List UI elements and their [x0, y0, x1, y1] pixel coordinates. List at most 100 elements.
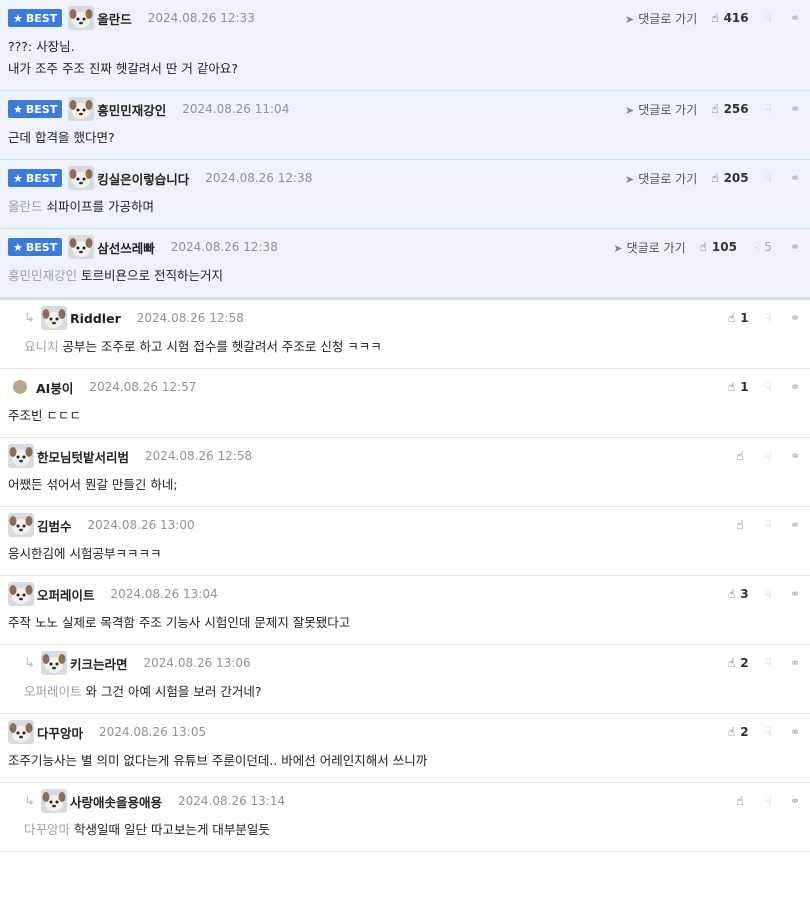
nickname[interactable]: 다꾸앙마: [37, 723, 83, 742]
dislike-button[interactable]: ☟: [765, 449, 772, 463]
like-button[interactable]: ☝ 2: [728, 656, 749, 670]
timestamp: 2024.08.26 13:05: [99, 725, 207, 739]
nickname[interactable]: 한모님텃밭서리범: [37, 447, 129, 466]
nickname[interactable]: 키크는라면: [70, 654, 128, 673]
avatar[interactable]: [68, 235, 95, 259]
avatar[interactable]: [68, 97, 95, 121]
thumbs-down-icon: ☟: [764, 380, 772, 394]
dislike-button[interactable]: ☟: [765, 725, 772, 739]
dislike-button[interactable]: ☟: [765, 311, 772, 325]
link-icon[interactable]: ⚭: [790, 380, 800, 394]
dislike-button[interactable]: ☟: [765, 656, 772, 670]
thumbs-down-icon: ☟: [764, 794, 772, 808]
like-button[interactable]: ☝ 105: [700, 240, 737, 254]
avatar[interactable]: [8, 513, 34, 537]
dislike-button[interactable]: ☟: [765, 380, 772, 394]
like-button[interactable]: ☝ 3: [728, 587, 749, 601]
comment-actions: ☝ ☟ ⚭: [736, 438, 800, 474]
reply-link-label: 댓글로 가기: [638, 11, 698, 26]
nickname[interactable]: 올란드: [97, 9, 132, 28]
nickname[interactable]: AI붕이: [36, 378, 73, 397]
like-button[interactable]: ☝ 205: [711, 171, 748, 185]
like-button[interactable]: ☝ 416: [711, 11, 748, 25]
comment-text: 어쨌든 섞어서 뭔갈 만들긴 하네;: [8, 477, 178, 492]
link-icon[interactable]: ⚭: [790, 11, 800, 25]
avatar[interactable]: [68, 6, 95, 30]
comment-body: 근데 합격을 했다면?: [8, 127, 802, 159]
link-icon[interactable]: ⚭: [790, 171, 800, 185]
dislike-button[interactable]: ☟: [765, 11, 772, 25]
reply-link[interactable]: ➤ 댓글로 가기: [625, 10, 697, 27]
reply-link[interactable]: ➤ 댓글로 가기: [625, 170, 697, 187]
reply-comment: ↳ 사랑애솟을용애용 2024.08.26 13:14 ☝ ☟ ⚭ 다꾸앙마 학생일때 일단 …: [0, 783, 810, 852]
link-icon[interactable]: ⚭: [790, 794, 800, 808]
timestamp: 2024.08.26 12:57: [89, 380, 197, 394]
timestamp: 2024.08.26 13:00: [87, 518, 195, 532]
nickname[interactable]: 삼선쓰레빠: [97, 238, 155, 257]
like-button[interactable]: ☝ 2: [728, 725, 749, 739]
nickname[interactable]: 사랑애솟을용애용: [70, 792, 162, 811]
nickname[interactable]: Riddler: [70, 311, 121, 326]
nickname[interactable]: 킹실은이렇습니다: [97, 169, 189, 188]
reply-link[interactable]: ➤ 댓글로 가기: [613, 239, 685, 256]
avatar[interactable]: [12, 379, 28, 395]
nickname[interactable]: 흥민민재강인: [97, 100, 166, 119]
mention-nickname[interactable]: 올란드: [8, 199, 43, 214]
star-icon: ★: [13, 102, 23, 116]
avatar[interactable]: [68, 166, 95, 190]
reply-comment: ↳ Riddler 2024.08.26 12:58 ☝ 1 ☟ ⚭ 요니치 공부는 조주로 하…: [0, 300, 810, 369]
mention-nickname[interactable]: 다꾸앙마: [24, 822, 70, 837]
link-icon[interactable]: ⚭: [790, 587, 800, 601]
dislike-button[interactable]: ☟: [765, 794, 772, 808]
mention-nickname[interactable]: 요니치: [24, 339, 59, 354]
thumbs-up-icon: ☝: [736, 518, 744, 532]
dislike-button[interactable]: ☟: [765, 587, 772, 601]
reply-link[interactable]: ➤ 댓글로 가기: [625, 101, 697, 118]
dislike-button[interactable]: ☟ 5: [753, 240, 772, 254]
link-icon[interactable]: ⚭: [790, 725, 800, 739]
send-icon: ➤: [625, 12, 635, 26]
comment-actions: ➤ 댓글로 가기 ☝ 256 ☟ ⚭: [625, 91, 800, 127]
nickname[interactable]: 오퍼레이트: [37, 585, 95, 604]
link-icon[interactable]: ⚭: [790, 240, 800, 254]
mention-nickname[interactable]: 흥민민재강인: [8, 268, 77, 283]
dislike-button[interactable]: ☟: [765, 171, 772, 185]
thumbs-down-icon: ☟: [764, 311, 772, 325]
dislike-button[interactable]: ☟: [765, 518, 772, 532]
comment-body: 올란드 쇠파이프를 가공하며: [8, 196, 802, 228]
like-button[interactable]: ☝ 1: [728, 380, 749, 394]
avatar[interactable]: [8, 720, 34, 744]
link-icon[interactable]: ⚭: [790, 102, 800, 116]
mention-nickname[interactable]: 오퍼레이트: [24, 684, 82, 699]
avatar[interactable]: [41, 306, 67, 330]
like-button[interactable]: ☝: [736, 449, 748, 463]
nickname[interactable]: 김범수: [37, 516, 72, 535]
comment-text: 내가 조주 주조 진짜 헷갈려서 딴 거 같아요?: [8, 61, 238, 76]
dislike-button[interactable]: ☟: [765, 102, 772, 116]
like-button[interactable]: ☝ 1: [728, 311, 749, 325]
timestamp: 2024.08.26 12:38: [170, 240, 278, 254]
comment-text: ???: 사장님.: [8, 39, 75, 54]
link-icon[interactable]: ⚭: [790, 518, 800, 532]
like-button[interactable]: ☝: [736, 794, 748, 808]
link-icon[interactable]: ⚭: [790, 311, 800, 325]
reply-arrow-icon: ↳: [24, 793, 35, 809]
comment-text: 학생일때 일단 따고보는게 대부분일듯: [74, 822, 270, 837]
avatar[interactable]: [41, 651, 67, 675]
avatar[interactable]: [41, 789, 67, 813]
thumbs-up-icon: ☝: [727, 380, 736, 394]
like-button[interactable]: ☝: [736, 518, 748, 532]
like-button[interactable]: ☝ 256: [711, 102, 748, 116]
link-icon[interactable]: ⚭: [790, 449, 800, 463]
avatar[interactable]: [8, 582, 34, 606]
link-icon[interactable]: ⚭: [790, 656, 800, 670]
send-icon: ➤: [625, 172, 635, 186]
comment-header: 한모님텃밭서리범 2024.08.26 12:58: [8, 438, 802, 474]
timestamp: 2024.08.26 13:04: [110, 587, 218, 601]
avatar[interactable]: [8, 444, 34, 468]
comment-header: 김범수 2024.08.26 13:00: [8, 507, 802, 543]
reply-link-label: 댓글로 가기: [626, 240, 686, 255]
thumbs-up-icon: ☝: [727, 587, 736, 601]
thumbs-up-icon: ☝: [711, 11, 719, 25]
like-count: 2: [740, 725, 749, 739]
